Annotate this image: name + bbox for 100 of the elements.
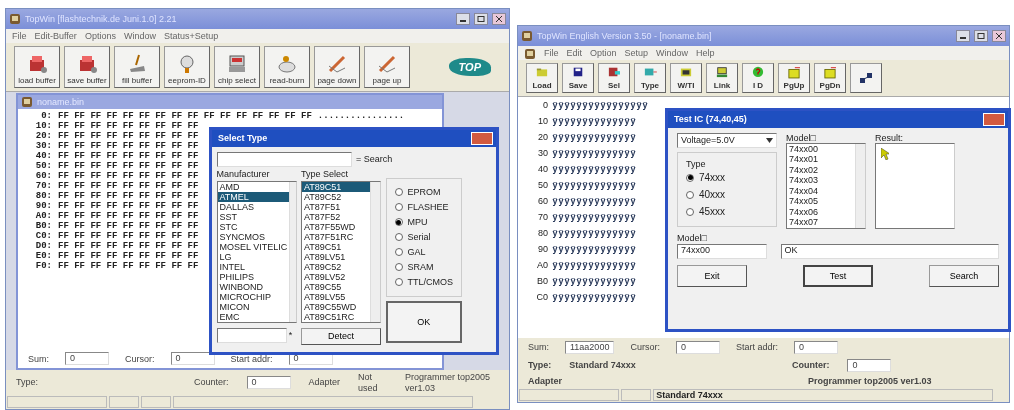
minimize-button[interactable] <box>956 30 970 42</box>
list-item[interactable]: WINBOND <box>217 282 290 293</box>
radio-button[interactable]: GAL <box>394 244 453 260</box>
list-item[interactable]: EMC <box>217 312 290 323</box>
maximize-button[interactable] <box>974 30 988 42</box>
menu-item[interactable]: Setup <box>624 48 649 58</box>
menu-item[interactable]: Status+Setup <box>163 31 219 41</box>
radio-button[interactable]: 40xxx <box>686 186 768 204</box>
model-field[interactable]: 74xx00 <box>677 243 767 259</box>
toolbar-button[interactable]: Save <box>562 63 594 93</box>
menu-item[interactable]: Window <box>656 48 689 58</box>
list-item[interactable]: 74xx01 <box>787 154 855 165</box>
list-item[interactable]: AMD <box>217 182 290 193</box>
radio-button[interactable]: Serial <box>394 229 453 245</box>
toolbar-button[interactable]: I D <box>742 63 774 93</box>
list-item[interactable]: MICROCHIP <box>217 292 290 303</box>
close-button[interactable] <box>992 30 1006 42</box>
list-item[interactable]: MOSEL VITELIC <box>217 242 290 253</box>
toolbar-button[interactable]: save buffer <box>64 46 110 88</box>
toolbar-button[interactable]: eeprom-ID <box>164 46 210 88</box>
scrollbar[interactable] <box>370 182 380 323</box>
radio-button[interactable]: 45xxx <box>686 203 768 221</box>
list-item[interactable]: AT87F52 <box>302 212 370 223</box>
list-item[interactable]: LG <box>217 252 290 263</box>
list-item[interactable]: ATMEL <box>217 192 290 203</box>
value-field[interactable]: 0 <box>675 340 720 354</box>
toolbar-button[interactable]: PgUp <box>778 63 810 93</box>
toolbar-button[interactable]: chip select <box>214 46 260 88</box>
value-field[interactable]: 11aa2000 <box>565 340 615 354</box>
list-item[interactable]: SST <box>217 212 290 223</box>
list-item[interactable]: AT87F51 <box>302 202 370 213</box>
menu-item[interactable]: Window <box>123 31 156 41</box>
value-field[interactable]: 0 <box>793 340 838 354</box>
menu-item[interactable]: File <box>544 48 559 58</box>
list-item[interactable]: AT89LV51 <box>302 252 370 263</box>
radio-button[interactable]: 74xxx <box>686 169 768 187</box>
list-item[interactable]: AT89C51 <box>302 182 370 193</box>
list-item[interactable]: AT89LV55 <box>302 292 370 303</box>
scrollbar[interactable] <box>855 143 865 228</box>
counter-field[interactable]: 0 <box>847 358 892 372</box>
list-item[interactable]: SYNCMOS <box>217 232 290 243</box>
list-item[interactable]: AT89C51RC <box>302 312 370 323</box>
dialog-button[interactable]: Exit <box>677 265 747 288</box>
value-field[interactable]: 0 <box>65 352 109 366</box>
toolbar-button[interactable]: Link <box>706 63 738 93</box>
radio-button[interactable]: SRAM <box>394 259 453 275</box>
radio-button[interactable]: EPROM <box>394 184 453 200</box>
ok-button[interactable]: OK <box>385 301 462 344</box>
counter-field[interactable]: 0 <box>246 376 291 390</box>
toolbar-button[interactable]: load buffer <box>14 46 60 88</box>
list-item[interactable]: INTEL <box>217 262 290 273</box>
list-item[interactable]: 74xx02 <box>787 164 855 176</box>
toolbar-button[interactable]: read-burn <box>264 46 310 88</box>
toolbar-button[interactable]: fill buffer <box>114 46 160 88</box>
list-item[interactable]: AT89C52 <box>302 262 370 273</box>
menu-item[interactable]: Edit <box>566 48 583 58</box>
menu-item[interactable]: Option <box>590 48 617 58</box>
close-button[interactable] <box>492 13 506 25</box>
list-item[interactable]: MICON <box>217 302 290 313</box>
radio-button[interactable]: FLASHEE <box>394 199 453 215</box>
list-item[interactable]: PHILIPS <box>217 272 290 283</box>
toolbar-button[interactable]: page down <box>314 46 360 88</box>
list-item[interactable]: 74xx03 <box>787 175 855 186</box>
toolbar-button[interactable]: Load <box>526 63 558 93</box>
scrollbar[interactable] <box>289 182 296 323</box>
maximize-button[interactable] <box>474 13 488 25</box>
toolbar-button[interactable]: page up <box>364 46 410 88</box>
value-field[interactable]: 0 <box>170 352 215 366</box>
list-item[interactable]: AT89LV52 <box>302 272 370 283</box>
list-item[interactable]: AT87F51RC <box>302 232 370 243</box>
list-item[interactable]: 74xx00 <box>787 143 855 155</box>
list-item[interactable]: 74xx05 <box>787 196 855 207</box>
dialog-button[interactable]: Test <box>803 265 873 288</box>
list-item[interactable]: DALLAS <box>217 202 290 213</box>
search-field[interactable] <box>216 151 352 167</box>
toolbar-button[interactable]: W/TI <box>670 63 702 93</box>
menu-item[interactable]: Help <box>696 48 715 58</box>
list-item[interactable]: AT89C52 <box>302 192 370 203</box>
radio-button[interactable]: TTL/CMOS <box>394 274 453 290</box>
minimize-button[interactable] <box>456 13 470 25</box>
toolbar-button[interactable]: Type <box>634 63 666 93</box>
list-item[interactable]: AT89C55WD <box>302 302 370 313</box>
menu-item[interactable]: Edit-Buffer <box>34 31 77 41</box>
menu-item[interactable]: Options <box>84 31 116 41</box>
list-item[interactable]: 74xx06 <box>787 206 855 218</box>
toolbar-button[interactable]: PgDn <box>814 63 846 93</box>
list-item[interactable]: AT87F55WD <box>302 222 370 233</box>
list-item[interactable]: 74xx04 <box>787 185 855 197</box>
list-item[interactable]: STC <box>217 222 290 233</box>
menu-item[interactable]: File <box>12 31 27 41</box>
dialog-button[interactable]: Search <box>929 265 999 288</box>
list-item[interactable]: AT89C55 <box>302 282 370 293</box>
voltage-dropdown[interactable]: Voltage=5.0V <box>677 132 777 148</box>
type-field[interactable] <box>216 327 287 343</box>
detect-button[interactable]: Detect <box>301 327 381 345</box>
toolbar-button[interactable]: Sel <box>598 63 630 93</box>
toolbar-button[interactable] <box>850 63 882 93</box>
radio-button[interactable]: MPU <box>394 214 453 230</box>
list-item[interactable]: 74xx07 <box>787 217 855 228</box>
list-item[interactable]: AT89C51 <box>302 242 370 253</box>
